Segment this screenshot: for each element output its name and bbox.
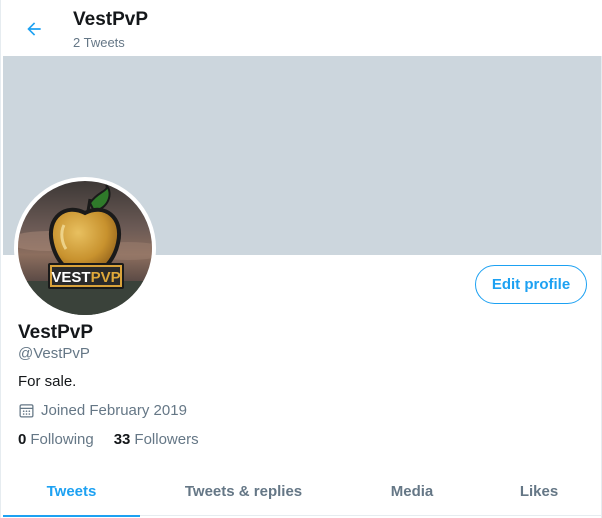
following-label: Following	[30, 431, 94, 448]
header-title: VestPvP	[73, 9, 148, 30]
follow-stats: 0 Following 33 Followers	[18, 431, 219, 448]
profile-page: VestPvP 2 Tweets VESTPVP Edit profile Ve…	[0, 0, 602, 518]
profile-bio: For sale.	[18, 373, 77, 390]
profile-name: VestPvP	[18, 322, 93, 343]
avatar-logo-image: VESTPVP	[18, 181, 152, 315]
followers-label: Followers	[134, 431, 199, 448]
tweet-count: 2 Tweets	[73, 35, 125, 50]
followers-link[interactable]: 33 Followers	[114, 431, 199, 448]
tab-media[interactable]: Media	[347, 466, 477, 516]
avatar-logo-text: VESTPVP	[51, 269, 120, 286]
back-button[interactable]	[15, 10, 53, 48]
edit-profile-button[interactable]: Edit profile	[475, 265, 587, 304]
join-date: Joined February 2019	[18, 402, 187, 419]
following-count: 0	[18, 431, 27, 448]
tab-tweets[interactable]: Tweets	[3, 466, 140, 517]
calendar-icon	[18, 402, 35, 419]
arrow-left-icon	[27, 22, 41, 36]
profile-tabs: Tweets Tweets & replies Media Likes	[3, 466, 601, 517]
tab-likes[interactable]: Likes	[477, 466, 601, 516]
avatar[interactable]: VESTPVP	[14, 177, 156, 319]
following-link[interactable]: 0 Following	[18, 431, 94, 448]
followers-count: 33	[113, 431, 131, 448]
join-date-text: Joined February 2019	[41, 402, 187, 419]
profile-handle: @VestPvP	[18, 345, 90, 362]
profile-header: VestPvP 2 Tweets	[1, 0, 602, 56]
tab-tweets-replies[interactable]: Tweets & replies	[140, 466, 347, 516]
